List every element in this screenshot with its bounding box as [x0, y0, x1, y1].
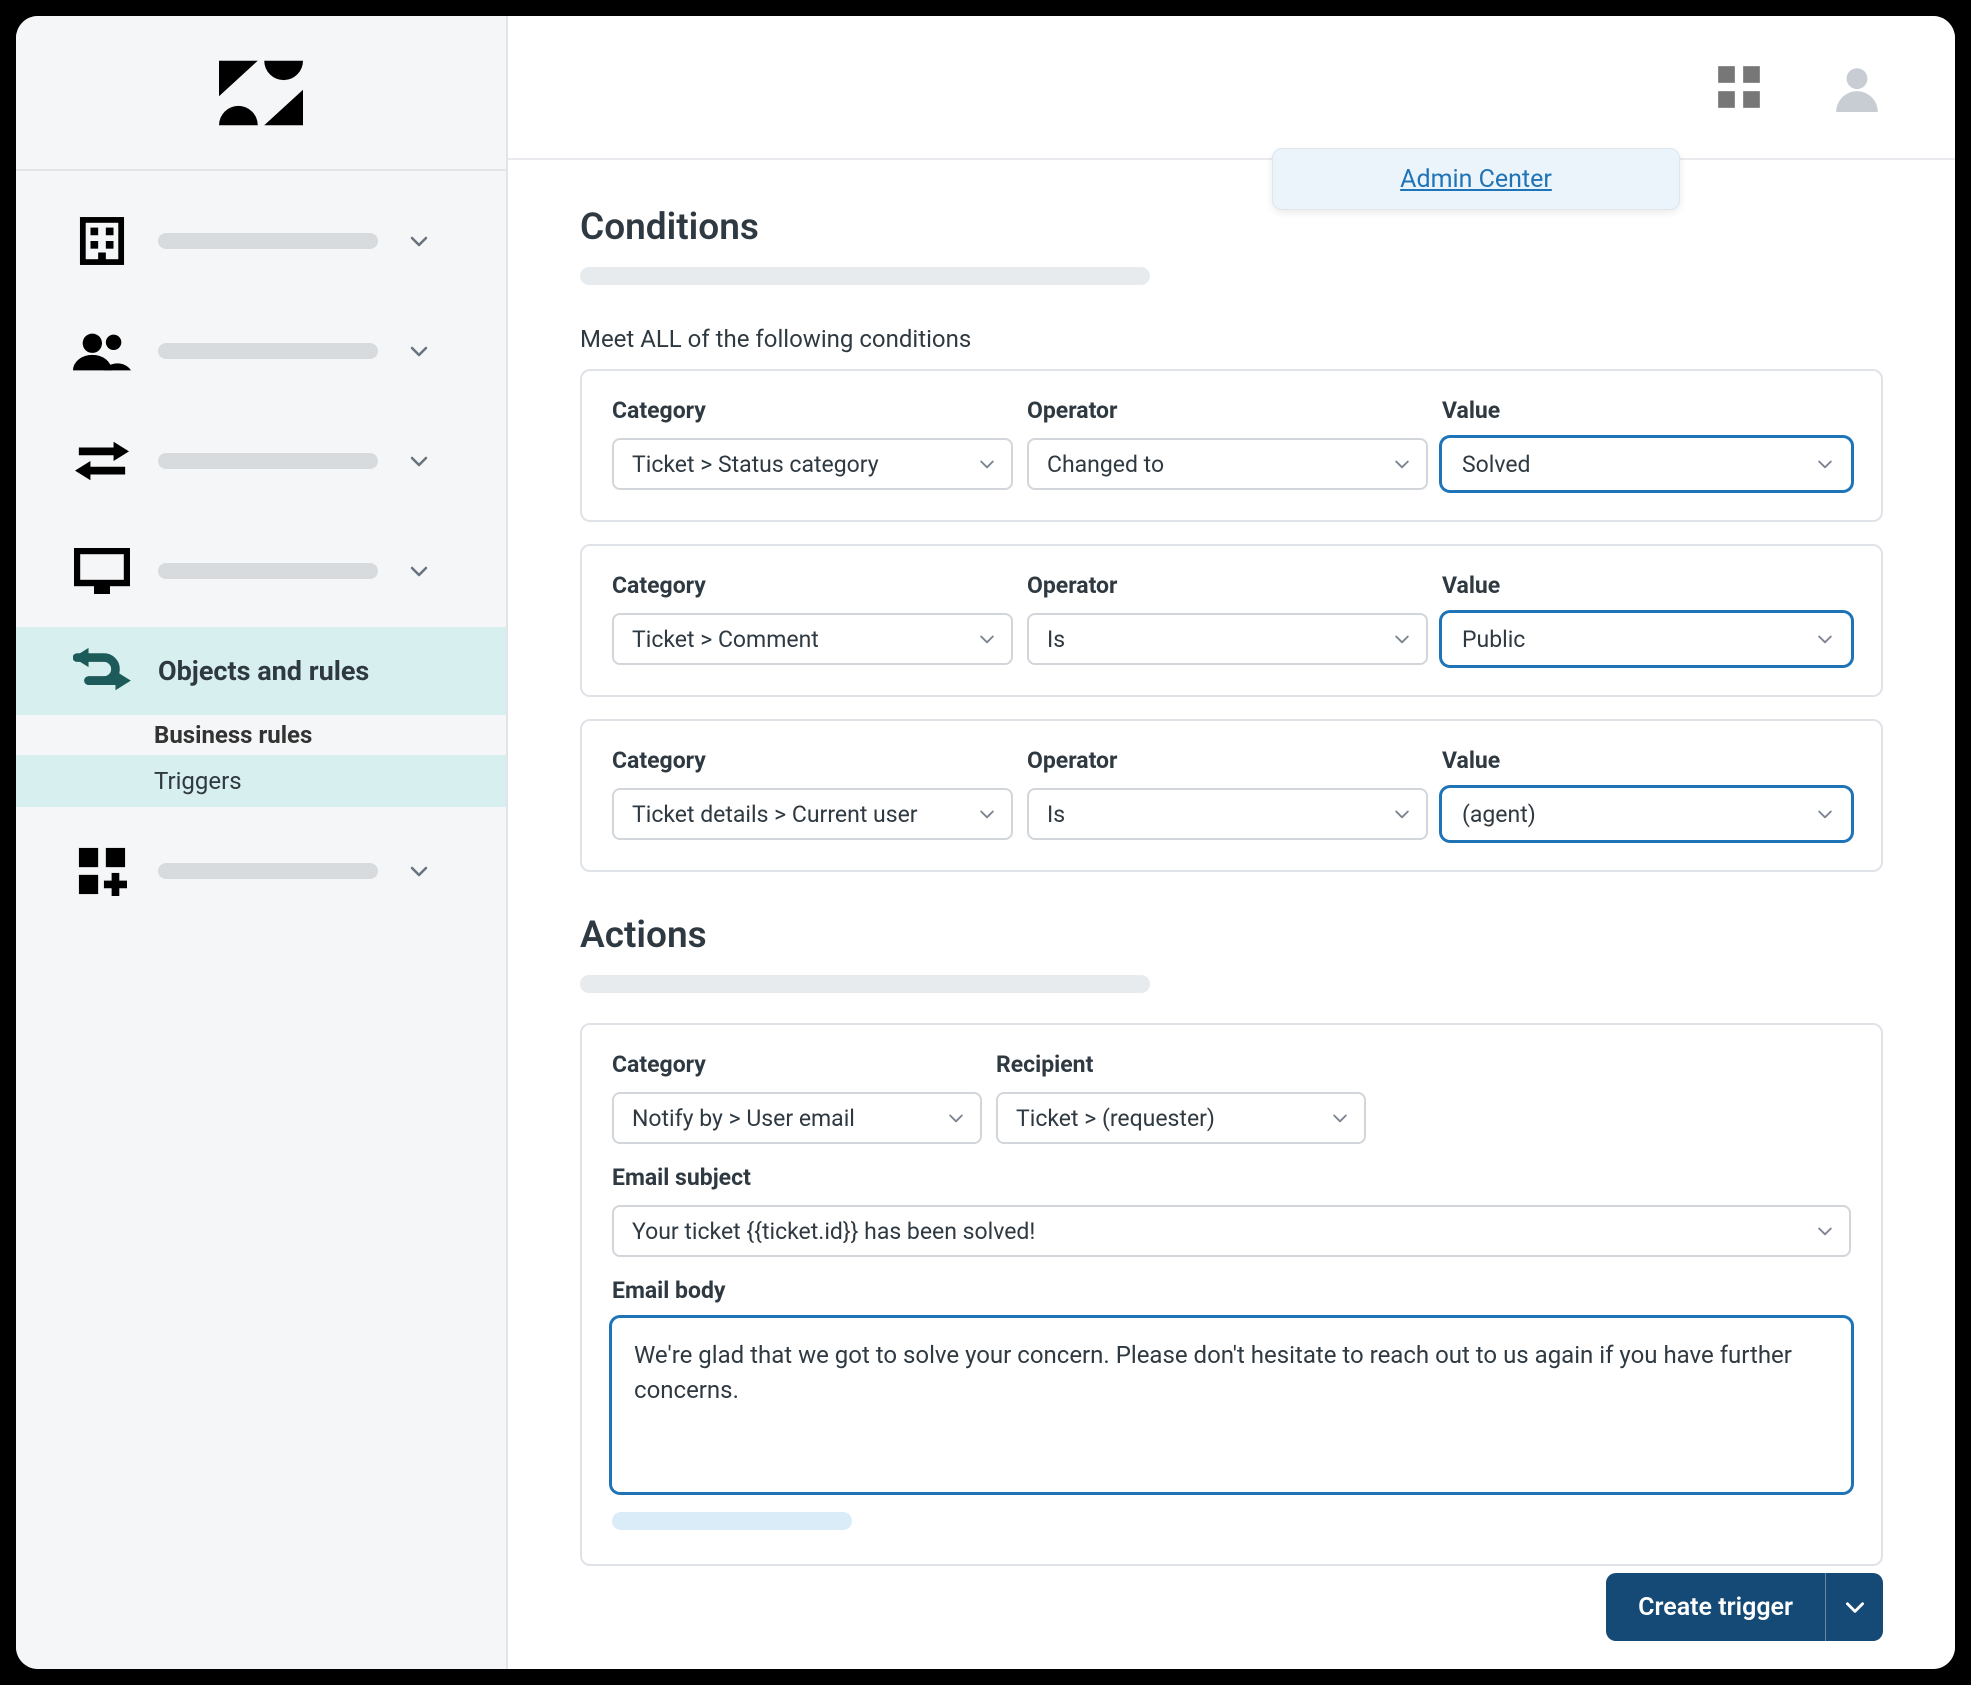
- select-value: Ticket > (requester): [1016, 1105, 1215, 1132]
- label-email-body: Email body: [612, 1277, 1851, 1304]
- chevron-down-icon: [977, 804, 997, 824]
- label-recipient: Recipient: [996, 1051, 1366, 1078]
- label-value: Value: [1442, 397, 1851, 424]
- nav-label: Objects and rules: [158, 655, 369, 687]
- chevron-down-icon: [1392, 454, 1412, 474]
- chevron-down-icon: [1330, 1108, 1350, 1128]
- condition-operator-select[interactable]: Is: [1027, 788, 1428, 840]
- action-footer-placeholder: [612, 1512, 852, 1530]
- condition-row: Category Ticket details > Current user O…: [580, 719, 1883, 872]
- conditions-help-text: Meet ALL of the following conditions: [580, 325, 1883, 353]
- nav-item-people[interactable]: [16, 307, 506, 395]
- select-value: Is: [1047, 626, 1065, 653]
- chevron-down-icon: [404, 226, 434, 256]
- chevron-down-icon: [977, 454, 997, 474]
- select-value: Ticket > Status category: [632, 451, 879, 478]
- label-category: Category: [612, 747, 1013, 774]
- admin-center-popup[interactable]: Admin Center: [1272, 148, 1680, 210]
- chevron-down-icon: [1815, 804, 1835, 824]
- label-category: Category: [612, 572, 1013, 599]
- topbar: [508, 16, 1955, 160]
- chevron-down-icon: [1815, 454, 1835, 474]
- condition-row: Category Ticket > Comment Operator Is: [580, 544, 1883, 697]
- condition-category-select[interactable]: Ticket details > Current user: [612, 788, 1013, 840]
- main-content: Admin Center Conditions Meet ALL of the …: [508, 16, 1955, 1669]
- actions-description-placeholder: [580, 975, 1150, 993]
- chevron-down-icon: [946, 1108, 966, 1128]
- footer-actions: Create trigger: [1606, 1573, 1883, 1641]
- create-trigger-dropdown[interactable]: [1825, 1573, 1883, 1641]
- nav-item-objects-and-rules[interactable]: Objects and rules: [16, 627, 506, 715]
- select-value: Is: [1047, 801, 1065, 828]
- building-icon: [72, 215, 132, 267]
- nav-placeholder: [158, 863, 378, 879]
- workflow-icon: [72, 645, 132, 697]
- select-value: Public: [1462, 626, 1525, 653]
- action-recipient-select[interactable]: Ticket > (requester): [996, 1092, 1366, 1144]
- label-value: Value: [1442, 747, 1851, 774]
- label-value: Value: [1442, 572, 1851, 599]
- label-category: Category: [612, 1051, 982, 1078]
- admin-center-link[interactable]: Admin Center: [1400, 165, 1552, 194]
- condition-value-select[interactable]: Public: [1442, 613, 1851, 665]
- arrows-swap-icon: [72, 435, 132, 487]
- select-value: Changed to: [1047, 451, 1164, 478]
- condition-value-select[interactable]: Solved: [1442, 438, 1851, 490]
- action-category-select[interactable]: Notify by > User email: [612, 1092, 982, 1144]
- chevron-down-icon: [1392, 804, 1412, 824]
- condition-category-select[interactable]: Ticket > Comment: [612, 613, 1013, 665]
- condition-category-select[interactable]: Ticket > Status category: [612, 438, 1013, 490]
- input-value: Your ticket {{ticket.id}} has been solve…: [632, 1218, 1035, 1245]
- nav-item-channels[interactable]: [16, 417, 506, 505]
- chevron-down-icon: [404, 336, 434, 366]
- nav-item-apps[interactable]: [16, 827, 506, 915]
- create-trigger-button[interactable]: Create trigger: [1606, 1573, 1825, 1641]
- monitor-icon: [72, 545, 132, 597]
- user-profile-icon[interactable]: [1829, 59, 1885, 115]
- select-value: Ticket details > Current user: [632, 801, 918, 828]
- nav-placeholder: [158, 343, 378, 359]
- nav-placeholder: [158, 563, 378, 579]
- subnav-heading: Business rules: [16, 715, 506, 755]
- people-icon: [72, 325, 132, 377]
- apps-plus-icon: [72, 845, 132, 897]
- condition-operator-select[interactable]: Is: [1027, 613, 1428, 665]
- subnav-item-triggers[interactable]: Triggers: [16, 755, 506, 807]
- chevron-down-icon: [1392, 629, 1412, 649]
- chevron-down-icon: [1815, 629, 1835, 649]
- condition-row: Category Ticket > Status category Operat…: [580, 369, 1883, 522]
- select-value: Notify by > User email: [632, 1105, 855, 1132]
- nav-item-workspaces[interactable]: [16, 527, 506, 615]
- nav-placeholder: [158, 233, 378, 249]
- actions-title: Actions: [580, 914, 1883, 957]
- chevron-down-icon: [977, 629, 997, 649]
- chevron-down-icon: [404, 556, 434, 586]
- select-value: (agent): [1462, 801, 1536, 828]
- email-subject-input[interactable]: Your ticket {{ticket.id}} has been solve…: [612, 1205, 1851, 1257]
- label-category: Category: [612, 397, 1013, 424]
- chevron-down-icon: [404, 446, 434, 476]
- condition-operator-select[interactable]: Changed to: [1027, 438, 1428, 490]
- condition-value-select[interactable]: (agent): [1442, 788, 1851, 840]
- nav-placeholder: [158, 453, 378, 469]
- zendesk-logo: [16, 16, 506, 171]
- nav-item-account[interactable]: [16, 197, 506, 285]
- conditions-title: Conditions: [580, 206, 1883, 249]
- chevron-down-icon: [1815, 1221, 1835, 1241]
- select-value: Ticket > Comment: [632, 626, 819, 653]
- select-value: Solved: [1462, 451, 1531, 478]
- email-body-textarea[interactable]: We're glad that we got to solve your con…: [612, 1318, 1851, 1492]
- conditions-description-placeholder: [580, 267, 1150, 285]
- label-email-subject: Email subject: [612, 1164, 1851, 1191]
- apps-grid-icon[interactable]: [1711, 59, 1767, 115]
- label-operator: Operator: [1027, 747, 1428, 774]
- action-card: Category Notify by > User email Recipien…: [580, 1023, 1883, 1566]
- label-operator: Operator: [1027, 397, 1428, 424]
- label-operator: Operator: [1027, 572, 1428, 599]
- chevron-down-icon: [404, 856, 434, 886]
- sidebar: Objects and rules Business rules Trigger…: [16, 16, 508, 1669]
